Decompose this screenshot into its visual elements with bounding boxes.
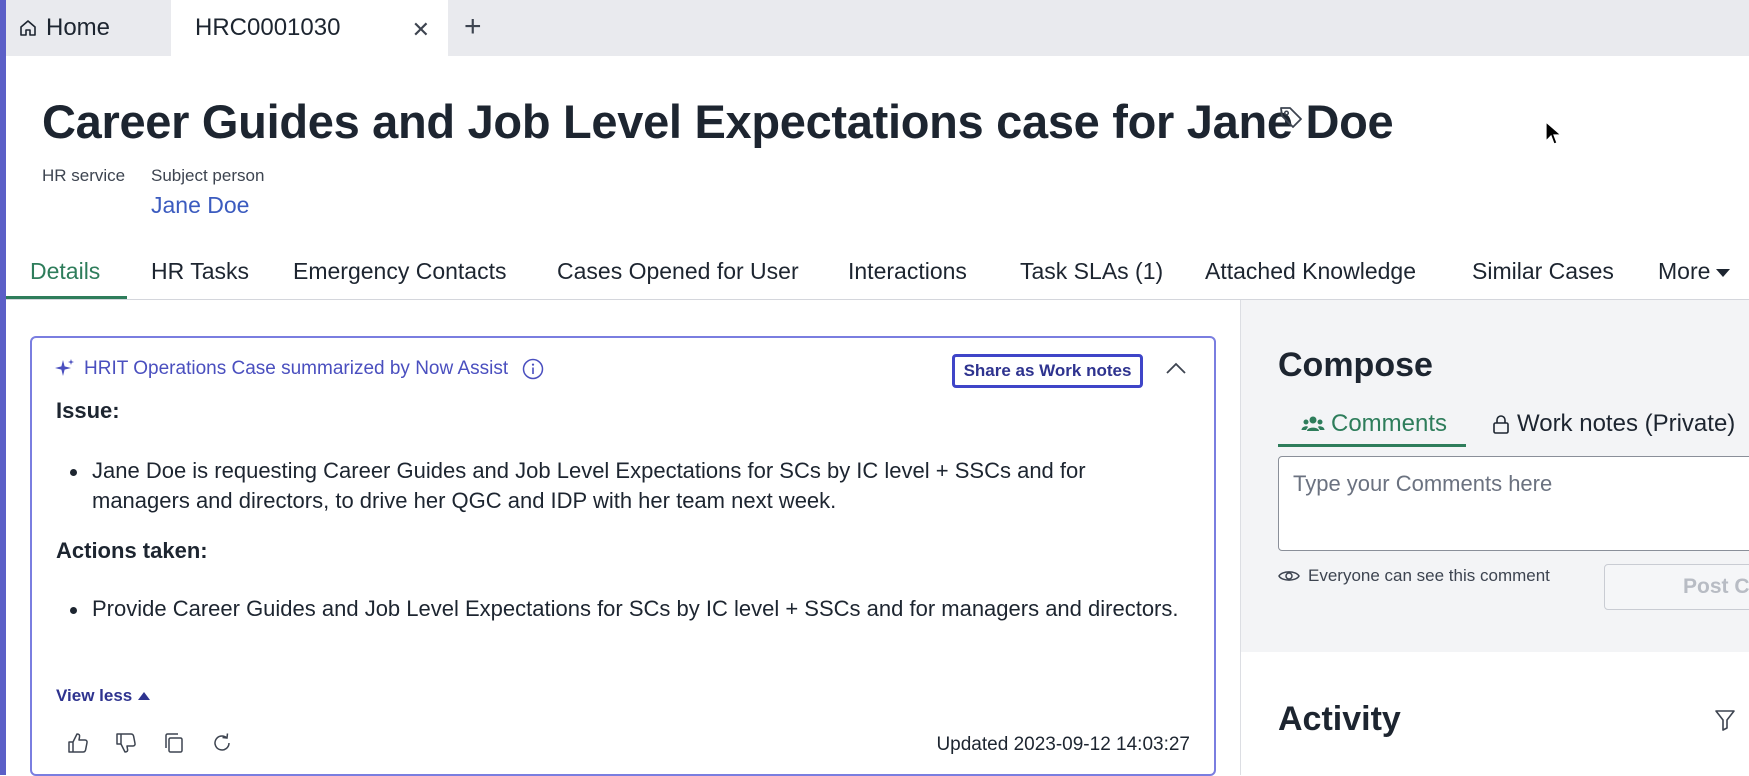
updated-timestamp: Updated 2023-09-12 14:03:27 [936, 734, 1190, 755]
summary-heading: HRIT Operations Case summarized by Now A… [54, 358, 544, 380]
tab-comments-label: Comments [1331, 410, 1448, 437]
post-comment-button[interactable]: Post Comment [1604, 564, 1749, 610]
comments-tab-underline [1278, 444, 1466, 447]
eye-icon [1278, 571, 1300, 581]
record-tabs: Details HR Tasks Emergency Contacts Case… [6, 258, 1749, 300]
tab-similar-cases-label: Similar Cases [1472, 258, 1614, 284]
thumbs-down-icon[interactable] [114, 731, 138, 755]
now-assist-summary-card: HRIT Operations Case summarized by Now A… [30, 336, 1216, 776]
copy-icon[interactable] [162, 731, 186, 755]
visibility-note: Everyone can see this comment [1278, 566, 1550, 586]
comment-input[interactable]: Type your Comments here [1278, 456, 1749, 551]
tab-interactions[interactable]: Interactions [848, 258, 967, 300]
caret-down-icon [1716, 268, 1731, 277]
tab-cases-opened-label: Cases Opened for User [557, 258, 799, 284]
tab-case[interactable]: HRC0001030 ✕ [171, 0, 448, 56]
bullet-dot [70, 469, 77, 476]
tab-strip: Home HRC0001030 ✕ + [6, 0, 1749, 56]
add-tab-icon[interactable]: + [464, 12, 482, 42]
refresh-icon[interactable] [210, 731, 234, 755]
tab-more[interactable]: More [1658, 258, 1731, 300]
tab-emergency-contacts[interactable]: Emergency Contacts [293, 258, 506, 300]
tab-details[interactable]: Details [30, 258, 100, 300]
share-as-work-notes-button[interactable]: Share as Work notes [952, 354, 1143, 388]
tab-case-label: HRC0001030 [195, 14, 341, 41]
feedback-actions [66, 731, 234, 755]
tab-interactions-label: Interactions [848, 258, 967, 284]
users-icon [1301, 416, 1325, 431]
thumbs-up-icon[interactable] [66, 731, 90, 755]
tab-more-label: More [1658, 258, 1711, 284]
mouse-cursor-icon [1545, 120, 1563, 152]
tab-cases-opened-for-user[interactable]: Cases Opened for User [557, 258, 799, 300]
lock-icon [1493, 415, 1509, 434]
close-icon[interactable]: ✕ [412, 17, 430, 43]
issue-heading: Issue: [56, 398, 120, 423]
tab-attached-knowledge-label: Attached Knowledge [1205, 258, 1416, 284]
hr-service-label: HR service [42, 166, 126, 185]
subject-person-label: Subject person [151, 166, 265, 185]
view-less-link[interactable]: View less [56, 686, 151, 706]
issue-bullet: Jane Doe is requesting Career Guides and… [70, 456, 1182, 516]
visibility-note-text: Everyone can see this comment [1308, 566, 1550, 585]
tab-emergency-contacts-label: Emergency Contacts [293, 258, 507, 284]
compose-title: Compose [1278, 346, 1433, 384]
activity-panel: Activity [1240, 652, 1749, 775]
caret-up-icon [138, 692, 151, 700]
actions-heading: Actions taken: [56, 538, 208, 563]
view-less-label: View less [56, 686, 133, 705]
sparkle-icon [55, 359, 74, 376]
filter-icon[interactable] [1714, 708, 1736, 737]
actions-text: Provide Career Guides and Job Level Expe… [92, 596, 1179, 621]
compose-panel: Compose Comments Work notes (Private) Ty… [1240, 300, 1749, 652]
home-icon [20, 20, 36, 36]
tag-icon[interactable] [1278, 104, 1304, 135]
actions-bullet: Provide Career Guides and Job Level Expe… [70, 594, 1182, 624]
tab-hr-tasks-label: HR Tasks [151, 258, 249, 284]
tab-work-notes[interactable]: Work notes (Private) [1491, 410, 1735, 438]
tab-home-label: Home [46, 14, 111, 41]
tab-similar-cases[interactable]: Similar Cases [1472, 258, 1614, 300]
tab-hr-tasks[interactable]: HR Tasks [151, 258, 249, 300]
info-icon[interactable] [522, 358, 544, 380]
left-accent-bar [0, 0, 6, 775]
issue-text: Jane Doe is requesting Career Guides and… [92, 458, 1086, 513]
summary-heading-text: HRIT Operations Case summarized by Now A… [84, 358, 509, 379]
tab-attached-knowledge[interactable]: Attached Knowledge [1205, 258, 1416, 300]
subject-person-link[interactable]: Jane Doe [151, 192, 249, 219]
tab-work-notes-label: Work notes (Private) [1517, 410, 1736, 437]
tab-task-slas-label: Task SLAs (1) [1020, 258, 1164, 284]
comment-placeholder: Type your Comments here [1293, 471, 1553, 496]
tab-comments[interactable]: Comments [1301, 410, 1447, 438]
active-tab-underline [6, 296, 127, 299]
tab-task-slas[interactable]: Task SLAs (1) [1020, 258, 1163, 300]
tab-details-label: Details [30, 258, 101, 284]
bullet-dot [70, 607, 77, 614]
chevron-up-icon[interactable] [1165, 361, 1187, 380]
activity-title: Activity [1278, 700, 1401, 738]
page-title: Career Guides and Job Level Expectations… [42, 95, 1394, 148]
tab-home[interactable]: Home [18, 0, 110, 56]
